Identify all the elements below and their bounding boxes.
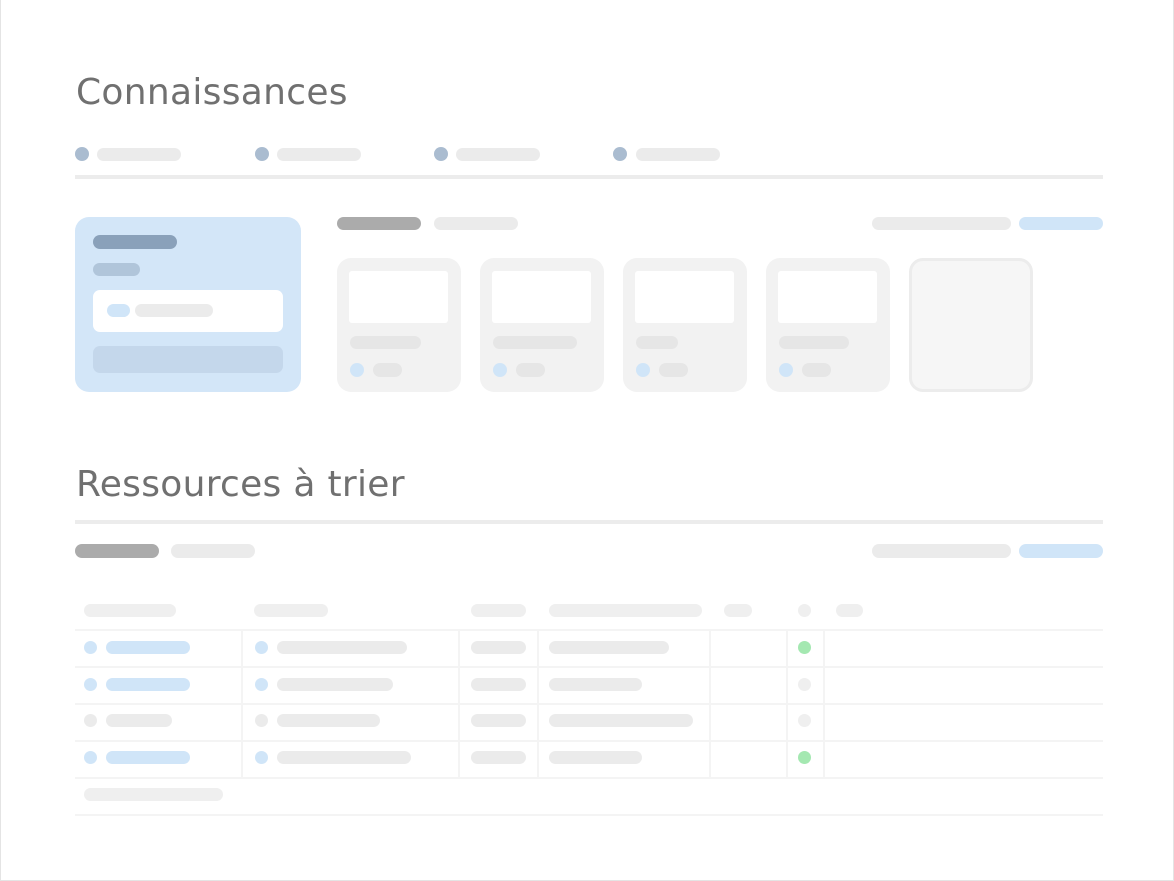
row-tag-placeholder <box>471 714 526 727</box>
column-header-placeholder[interactable] <box>471 604 526 617</box>
card-title-placeholder <box>350 336 421 349</box>
featured-title-placeholder <box>93 235 177 249</box>
knowledge-filter-active[interactable] <box>337 217 421 230</box>
row-link-placeholder[interactable] <box>106 641 190 654</box>
column-header-placeholder[interactable] <box>724 604 752 617</box>
column-separator <box>786 631 788 777</box>
row-type-icon <box>84 751 97 764</box>
row-source-placeholder <box>277 714 380 727</box>
card-thumbnail <box>635 271 734 323</box>
card-dot-icon <box>636 363 650 377</box>
row-description-placeholder <box>549 714 693 727</box>
tab-dot-icon <box>255 147 269 161</box>
column-separator <box>537 631 539 777</box>
tab-label-placeholder <box>277 148 361 161</box>
row-link-placeholder[interactable] <box>106 714 172 727</box>
row-link-placeholder[interactable] <box>106 751 190 764</box>
resources-section-title: Ressources à trier <box>76 464 405 505</box>
knowledge-add-button[interactable] <box>1019 217 1103 230</box>
row-type-icon <box>84 641 97 654</box>
card-thumbnail <box>349 271 448 323</box>
resources-add-button[interactable] <box>1019 544 1103 558</box>
row-status-dot-icon <box>798 678 811 691</box>
row-source-placeholder <box>277 678 393 691</box>
card-title-placeholder <box>779 336 849 349</box>
knowledge-filter-inactive[interactable] <box>434 217 518 230</box>
knowledge-card[interactable] <box>337 258 461 392</box>
tab-label-placeholder <box>97 148 181 161</box>
card-dot-icon <box>779 363 793 377</box>
featured-knowledge-card[interactable] <box>75 217 301 392</box>
row-source-placeholder <box>277 751 411 764</box>
tab-dot-icon <box>613 147 627 161</box>
featured-action-button[interactable] <box>93 346 283 373</box>
tab-label-placeholder <box>456 148 540 161</box>
column-separator <box>458 631 460 777</box>
featured-input-field[interactable] <box>93 290 283 332</box>
row-type-icon <box>84 678 97 691</box>
column-separator <box>823 631 825 777</box>
column-separator <box>241 631 243 777</box>
featured-tag-placeholder <box>107 304 130 317</box>
resources-divider <box>75 520 1103 524</box>
row-source-placeholder <box>277 641 407 654</box>
card-meta-placeholder <box>802 363 831 377</box>
table-row[interactable] <box>75 777 1103 814</box>
row-tag-placeholder <box>471 641 526 654</box>
row-status-dot-icon <box>798 641 811 654</box>
card-title-placeholder <box>636 336 678 349</box>
card-meta-placeholder <box>659 363 688 377</box>
column-header-placeholder[interactable] <box>549 604 702 617</box>
resources-filter-active[interactable] <box>75 544 159 558</box>
table-footer-placeholder[interactable] <box>84 788 223 801</box>
row-source-icon <box>255 714 268 727</box>
card-meta-placeholder <box>516 363 545 377</box>
tab-label-placeholder <box>636 148 720 161</box>
knowledge-card[interactable] <box>480 258 604 392</box>
card-thumbnail <box>778 271 877 323</box>
knowledge-divider <box>75 175 1103 179</box>
card-thumbnail <box>492 271 591 323</box>
column-header-icon[interactable] <box>798 604 811 617</box>
card-dot-icon <box>350 363 364 377</box>
resources-filter-inactive[interactable] <box>171 544 255 558</box>
featured-input-placeholder <box>135 304 213 317</box>
row-description-placeholder <box>549 641 669 654</box>
card-dot-icon <box>493 363 507 377</box>
column-header-placeholder[interactable] <box>84 604 176 617</box>
card-meta-placeholder <box>373 363 402 377</box>
row-source-icon <box>255 641 268 654</box>
row-source-icon <box>255 678 268 691</box>
table-bottom-border <box>75 814 1103 816</box>
row-link-placeholder[interactable] <box>106 678 190 691</box>
row-description-placeholder <box>549 678 642 691</box>
knowledge-section-title: Connaissances <box>76 72 348 113</box>
column-header-placeholder[interactable] <box>836 604 863 617</box>
tab-dot-icon <box>434 147 448 161</box>
featured-subtitle-placeholder <box>93 263 140 276</box>
column-separator <box>709 631 711 777</box>
knowledge-card[interactable] <box>766 258 890 392</box>
knowledge-card[interactable] <box>623 258 747 392</box>
resources-search-placeholder[interactable] <box>872 544 1011 558</box>
column-header-placeholder[interactable] <box>254 604 328 617</box>
row-type-icon <box>84 714 97 727</box>
row-status-dot-icon <box>798 714 811 727</box>
row-status-dot-icon <box>798 751 811 764</box>
tab-dot-icon <box>75 147 89 161</box>
knowledge-search-placeholder[interactable] <box>872 217 1011 230</box>
add-knowledge-card[interactable] <box>909 258 1033 392</box>
row-tag-placeholder <box>471 678 526 691</box>
card-title-placeholder <box>493 336 577 349</box>
row-tag-placeholder <box>471 751 526 764</box>
row-source-icon <box>255 751 268 764</box>
row-description-placeholder <box>549 751 642 764</box>
